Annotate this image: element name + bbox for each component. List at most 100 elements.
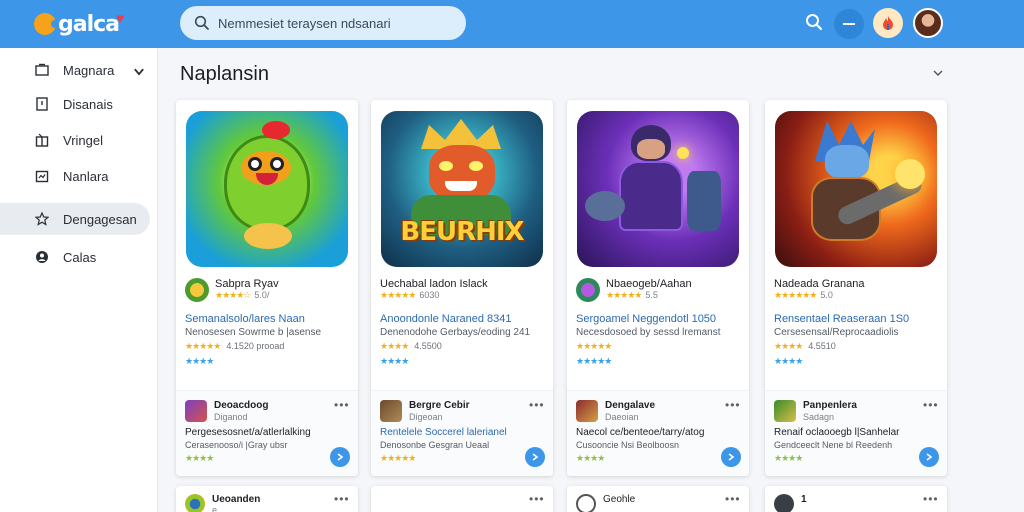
app-card[interactable]: BEURHIX Uechabal ladon Islack ★★★★★ 6030 … xyxy=(371,100,553,476)
app-card-partial[interactable]: Ueoanden e ••• xyxy=(176,486,358,512)
search-icon xyxy=(194,15,209,30)
section-desc: Nenosesen Sowrme b |asense xyxy=(185,327,322,338)
section-link[interactable]: Anoondonle Naraned 8341 xyxy=(380,313,545,326)
game-artwork[interactable] xyxy=(577,111,739,267)
calendar-icon xyxy=(35,170,49,183)
rating-stars: ★★★★ 4.5510 xyxy=(774,341,836,351)
section-link[interactable]: Semanalsolo/lares Naan xyxy=(185,313,350,326)
heart-icon: ♥ xyxy=(116,10,125,26)
logo-mark-icon xyxy=(34,13,59,35)
related-item[interactable]: Deoacdoog Diganod xyxy=(185,400,350,424)
app-logo[interactable]: galca ♥ xyxy=(34,10,124,38)
related-desc: Cusooncie Nsi Beolboosn xyxy=(576,440,680,450)
game-artwork[interactable] xyxy=(775,111,937,267)
rating-stars: ★★★★★ xyxy=(380,453,416,463)
menu-button[interactable] xyxy=(834,9,864,39)
top-app-bar: galca ♥ xyxy=(0,0,1024,48)
sidebar-item-nanlara[interactable]: Nanlara xyxy=(0,160,150,192)
app-info: Sabpra Ryav ★★★★☆ 5.0/ xyxy=(185,278,350,304)
logo-text: galca xyxy=(58,11,120,37)
related-title: Renaif oclaooegb l|Sanhelar xyxy=(774,427,900,438)
app-card[interactable]: Nadeada Granana ★★★★★★ 5.0 Rensentael Rea… xyxy=(765,100,947,476)
app-info: Uechabal ladon Islack ★★★★★ 6030 xyxy=(380,278,545,304)
game-artwork[interactable] xyxy=(186,111,348,267)
related-sub: Daeoian xyxy=(605,412,639,422)
app-icon xyxy=(774,494,794,512)
rating-stars-blue: ★★★★★ xyxy=(576,356,612,366)
arrow-right-icon xyxy=(337,453,344,461)
more-options-icon[interactable]: ••• xyxy=(334,399,350,411)
sidebar-item-dengagesan[interactable]: Dengagesan xyxy=(0,203,150,235)
related-item[interactable]: Dengalave Daeoian xyxy=(576,400,741,424)
app-name: Uechabal ladon Islack xyxy=(380,278,488,290)
arrow-right-icon xyxy=(532,453,539,461)
game-artwork[interactable]: BEURHIX xyxy=(381,111,543,267)
app-card[interactable]: Nbaeogeb/Aahan ★★★★★ 5.5 Sergoamel Neggen… xyxy=(567,100,749,476)
app-card-partial[interactable]: 1 ••• xyxy=(765,486,947,512)
rating-meta: 4.5510 xyxy=(808,341,836,351)
rating-value: 5.0 xyxy=(820,290,833,300)
user-avatar[interactable] xyxy=(913,8,943,38)
notification-button[interactable] xyxy=(873,8,903,38)
app-icon xyxy=(185,494,205,512)
rating-meta: 4.5500 xyxy=(414,341,442,351)
search-input[interactable] xyxy=(218,15,448,31)
more-options-icon[interactable]: ••• xyxy=(725,399,741,411)
rating-value: 5.0/ xyxy=(254,290,270,300)
open-button[interactable] xyxy=(525,447,545,467)
app-icon xyxy=(185,278,209,302)
sidebar-item-vringel[interactable]: Vringel xyxy=(0,124,150,156)
thumbnail xyxy=(576,400,598,422)
related-item[interactable]: Bergre Cebir Digeoan xyxy=(380,400,545,424)
app-info: Nbaeogeb/Aahan ★★★★★ 5.5 xyxy=(576,278,741,304)
app-card[interactable]: Sabpra Ryav ★★★★☆ 5.0/ Semanalsolo/lares … xyxy=(176,100,358,476)
section-desc: Denenodohe Gerbays/eoding 241 xyxy=(380,327,531,338)
rating-stars: ★★★★★★ 5.0 xyxy=(774,290,833,300)
rating-stars-green: ★★★★ xyxy=(185,453,214,463)
more-options-icon[interactable]: ••• xyxy=(923,399,939,411)
related-item[interactable]: Panpenlera Sadagn xyxy=(774,400,939,424)
open-button[interactable] xyxy=(919,447,939,467)
sidebar-item-calas[interactable]: Calas xyxy=(0,241,150,273)
related-sub: Diganod xyxy=(214,412,248,422)
search-bar[interactable] xyxy=(180,6,466,40)
app-name: Ueoanden xyxy=(212,494,261,505)
section-desc: Cersesensal/Reprocaadiolis xyxy=(774,327,899,338)
more-options-icon[interactable]: ••• xyxy=(529,493,545,505)
sidebar-item-label: Disanais xyxy=(63,96,113,112)
more-options-icon[interactable]: ••• xyxy=(334,493,350,505)
chevron-down-icon[interactable] xyxy=(932,67,944,79)
sidebar-item-label: Magnara xyxy=(63,62,115,78)
rating-stars-blue: ★★★★ xyxy=(774,356,803,366)
related-name: Panpenlera xyxy=(803,400,857,411)
related-title: Pergesesosnet/a/atlerlalking xyxy=(185,427,311,438)
sidebar-item-label: Vringel xyxy=(63,132,103,148)
rating-stars: ★★★★★ 5.5 xyxy=(606,290,658,300)
app-name: 1 xyxy=(801,494,807,505)
app-name: Sabpra Ryav xyxy=(215,278,279,290)
sidebar-item-label: Calas xyxy=(63,249,97,265)
arrow-right-icon xyxy=(926,453,933,461)
open-button[interactable] xyxy=(721,447,741,467)
sidebar-item-disanais[interactable]: Disanais xyxy=(0,88,150,120)
more-options-icon[interactable]: ••• xyxy=(923,493,939,505)
rating-stars: ★★★★★ xyxy=(576,341,612,351)
app-icon xyxy=(576,278,600,302)
sidebar-item-label: Nanlara xyxy=(63,168,109,184)
related-sub: Sadagn xyxy=(803,412,835,422)
sidebar-item-magnara[interactable]: Magnara xyxy=(0,54,150,86)
more-options-icon[interactable]: ••• xyxy=(725,493,741,505)
chevron-down-icon[interactable] xyxy=(132,65,146,79)
section-link[interactable]: Rensentael Reaseraan 1S0 xyxy=(774,313,939,326)
open-button[interactable] xyxy=(330,447,350,467)
more-options-icon[interactable]: ••• xyxy=(529,399,545,411)
header-search-icon[interactable] xyxy=(804,12,824,32)
rating-stars: ★★★★★ 4.1520 prooad xyxy=(185,341,285,351)
sidebar: Magnara Disanais Vringel Nanlara Dengage… xyxy=(0,48,158,512)
rating-stars-blue: ★★★★ xyxy=(185,356,214,366)
section-link[interactable]: Sergoamel Neggendotl 1050 xyxy=(576,313,741,326)
app-card-partial[interactable]: Geohle ••• xyxy=(567,486,749,512)
rating-value: 5.5 xyxy=(645,290,658,300)
user-circle-icon xyxy=(36,251,48,263)
app-card-partial[interactable]: ••• xyxy=(371,486,553,512)
